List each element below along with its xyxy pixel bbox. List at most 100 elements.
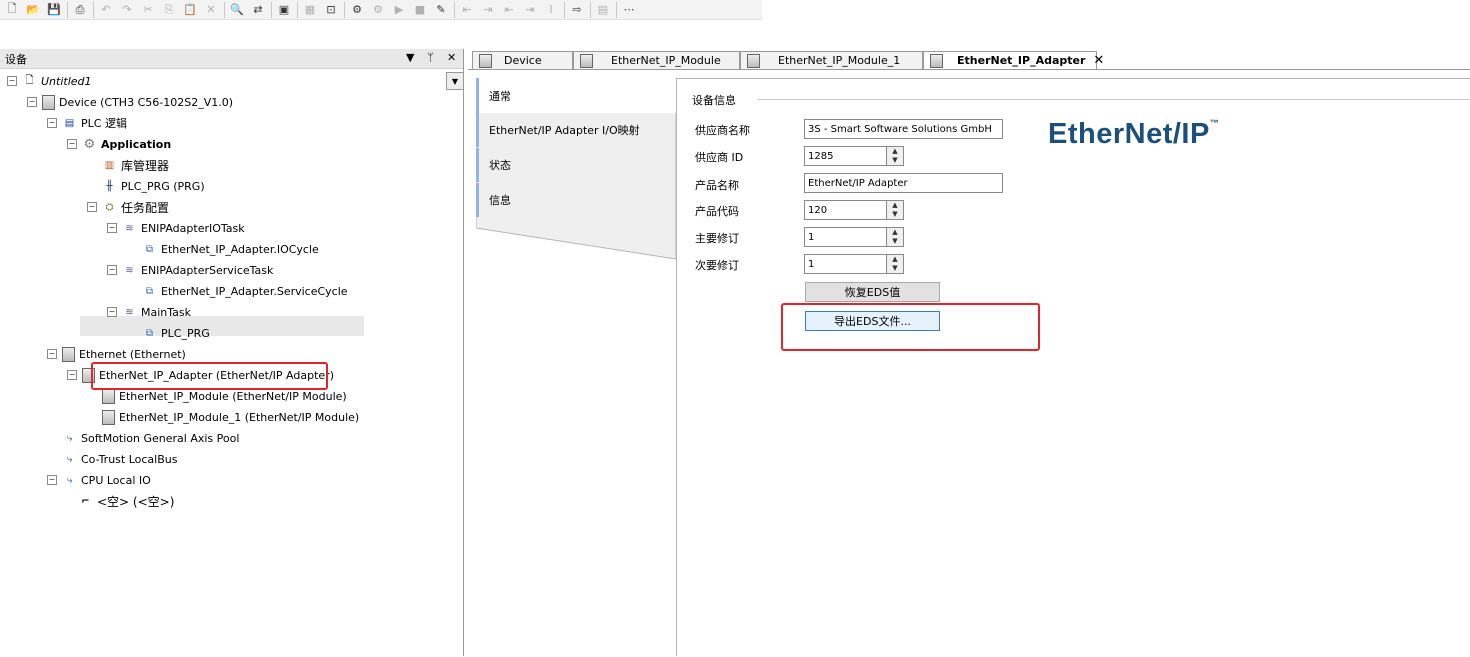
tree-item-service-task[interactable]: ≋ ENIPAdapterServiceTask: [122, 260, 273, 280]
collapse-toggle[interactable]: −: [87, 202, 97, 212]
print-icon[interactable]: ⎙: [72, 2, 88, 18]
product-code-field[interactable]: 120: [804, 200, 887, 220]
new-icon[interactable]: 🗋: [4, 2, 20, 18]
spin-down-icon[interactable]: ▼: [887, 237, 903, 246]
replace-icon[interactable]: ⇄: [250, 2, 266, 18]
tree-item-library-manager[interactable]: ▥ 库管理器: [102, 155, 169, 175]
open-icon[interactable]: 📂: [25, 2, 41, 18]
tree-item-service-cycle[interactable]: ⧉ EtherNet_IP_Adapter.ServiceCycle: [142, 281, 348, 301]
vendor-id-stepper[interactable]: ▲ ▼: [886, 146, 904, 166]
tree-item-plc-prg[interactable]: ╫ PLC_PRG (PRG): [102, 176, 204, 196]
minor-revision-stepper[interactable]: ▲ ▼: [886, 254, 904, 274]
tree-item-plc-prg-call[interactable]: ⧉ PLC_PRG: [142, 323, 210, 343]
section-divider: [758, 99, 1470, 100]
tree-item-task-config[interactable]: ⛭ 任务配置: [102, 197, 170, 217]
build-icon[interactable]: ⊡: [323, 2, 339, 18]
product-code-stepper[interactable]: ▲ ▼: [886, 200, 904, 220]
device-icon: [930, 53, 943, 68]
copy-icon[interactable]: ⎘: [161, 2, 177, 18]
logout-icon[interactable]: ⚙: [370, 2, 386, 18]
tree-item-axis-pool[interactable]: ⤷ SoftMotion General Axis Pool: [62, 428, 240, 448]
subnav-general[interactable]: 通常: [476, 78, 676, 113]
monitor-icon[interactable]: ⌇: [543, 2, 559, 18]
pin-icon[interactable]: ᛘ: [427, 51, 434, 64]
collapse-toggle[interactable]: −: [107, 307, 117, 317]
reset-icon[interactable]: ✎: [433, 2, 449, 18]
paste-icon[interactable]: 📋: [182, 2, 198, 18]
grid-icon[interactable]: ▦: [302, 2, 318, 18]
spin-up-icon[interactable]: ▲: [887, 255, 903, 264]
collapse-toggle[interactable]: −: [27, 97, 37, 107]
tab-enip-module-1[interactable]: EtherNet_IP_Module_1: [740, 51, 923, 69]
tree-item-device[interactable]: Device (CTH3 C56-102S2_V1.0): [42, 92, 233, 112]
collapse-toggle[interactable]: −: [107, 265, 117, 275]
collapse-toggle[interactable]: −: [47, 475, 57, 485]
minor-revision-field[interactable]: 1: [804, 254, 887, 274]
close-icon[interactable]: ✕: [447, 51, 456, 64]
major-revision-stepper[interactable]: ▲ ▼: [886, 227, 904, 247]
tree-item-plc-logic[interactable]: ▤ PLC 逻辑: [62, 113, 127, 133]
cut-icon[interactable]: ✂: [140, 2, 156, 18]
collapse-toggle[interactable]: −: [67, 370, 77, 380]
toolbar-separator: [93, 1, 94, 18]
tree-item-project[interactable]: 🗋 Untitled1: [22, 71, 91, 91]
vendor-name-field[interactable]: 3S - Smart Software Solutions GmbH: [804, 119, 1003, 139]
collapse-toggle[interactable]: −: [7, 76, 17, 86]
collapse-toggle[interactable]: −: [67, 139, 77, 149]
step-out-icon[interactable]: ⇤: [501, 2, 517, 18]
login-icon[interactable]: ⚙: [349, 2, 365, 18]
subnav-status[interactable]: 状态: [476, 148, 650, 182]
tree-item-io-cycle[interactable]: ⧉ EtherNet_IP_Adapter.IOCycle: [142, 239, 319, 259]
close-tab-icon[interactable]: ✕: [1093, 53, 1104, 68]
run-icon[interactable]: ▶: [391, 2, 407, 18]
vendor-id-field[interactable]: 1285: [804, 146, 887, 166]
axis-icon: ⤷: [66, 432, 73, 444]
spin-down-icon[interactable]: ▼: [887, 264, 903, 273]
tree-item-io-task[interactable]: ≋ ENIPAdapterIOTask: [122, 218, 245, 238]
window-icon[interactable]: ▣: [276, 2, 292, 18]
next-icon[interactable]: ⇨: [569, 2, 585, 18]
tab-enip-module[interactable]: EtherNet_IP_Module: [573, 51, 740, 69]
tree-item-cpu-local-io[interactable]: ⤷ CPU Local IO: [62, 470, 151, 490]
more-icon[interactable]: ⋯: [621, 2, 637, 18]
subnav-label: EtherNet/IP Adapter I/O映射: [489, 124, 640, 137]
step-over-icon[interactable]: ⇤: [459, 2, 475, 18]
tree-item-enip-module-1[interactable]: EtherNet_IP_Module_1 (EtherNet/IP Module…: [102, 407, 359, 427]
collapse-toggle[interactable]: −: [47, 349, 57, 359]
find-icon[interactable]: 🔍: [229, 2, 245, 18]
delete-icon[interactable]: ✕: [203, 2, 219, 18]
restore-eds-button[interactable]: 恢复EDS值: [805, 282, 940, 302]
spin-up-icon[interactable]: ▲: [887, 228, 903, 237]
step-into-icon[interactable]: ⇥: [480, 2, 496, 18]
tab-enip-adapter[interactable]: EtherNet_IP_Adapter ✕: [923, 51, 1104, 69]
tree-item-localbus[interactable]: ⤷ Co-Trust LocalBus: [62, 449, 178, 469]
undo-icon[interactable]: ↶: [98, 2, 114, 18]
stop-icon[interactable]: ■: [412, 2, 428, 18]
subnav-io-mapping[interactable]: EtherNet/IP Adapter I/O映射: [476, 113, 650, 147]
collapse-toggle[interactable]: −: [47, 118, 57, 128]
vendor-name-label: 供应商名称: [695, 124, 750, 137]
device-icon: [102, 409, 115, 425]
tree-item-main-task[interactable]: ≋ MainTask: [122, 302, 191, 322]
spin-up-icon[interactable]: ▲: [887, 147, 903, 156]
save-icon[interactable]: 💾: [46, 2, 62, 18]
tree-item-application[interactable]: ⚙ Application: [82, 134, 172, 154]
spin-down-icon[interactable]: ▼: [887, 210, 903, 219]
product-name-field[interactable]: EtherNet/IP Adapter: [804, 173, 1003, 193]
toolbar-separator: [344, 1, 345, 18]
tab-device[interactable]: Device: [472, 51, 573, 69]
spin-down-icon[interactable]: ▼: [887, 156, 903, 165]
breakpoint-icon[interactable]: ⇥: [522, 2, 538, 18]
major-revision-field[interactable]: 1: [804, 227, 887, 247]
collapse-toggle[interactable]: −: [107, 223, 117, 233]
spin-up-icon[interactable]: ▲: [887, 201, 903, 210]
tree-item-empty-slot[interactable]: ⌐ <空> (<空>): [78, 491, 174, 511]
tree-item-ethernet[interactable]: Ethernet (Ethernet): [62, 344, 186, 364]
panel-menu-icon[interactable]: ▼: [406, 51, 414, 64]
subnav-info[interactable]: 信息: [476, 183, 650, 217]
chevron-down-icon[interactable]: ▼: [446, 72, 464, 90]
call-icon: ⧉: [145, 327, 154, 339]
redo-icon[interactable]: ↷: [119, 2, 135, 18]
screen-icon[interactable]: ▤: [595, 2, 611, 18]
tree-item-label: ENIPAdapterIOTask: [141, 221, 245, 235]
